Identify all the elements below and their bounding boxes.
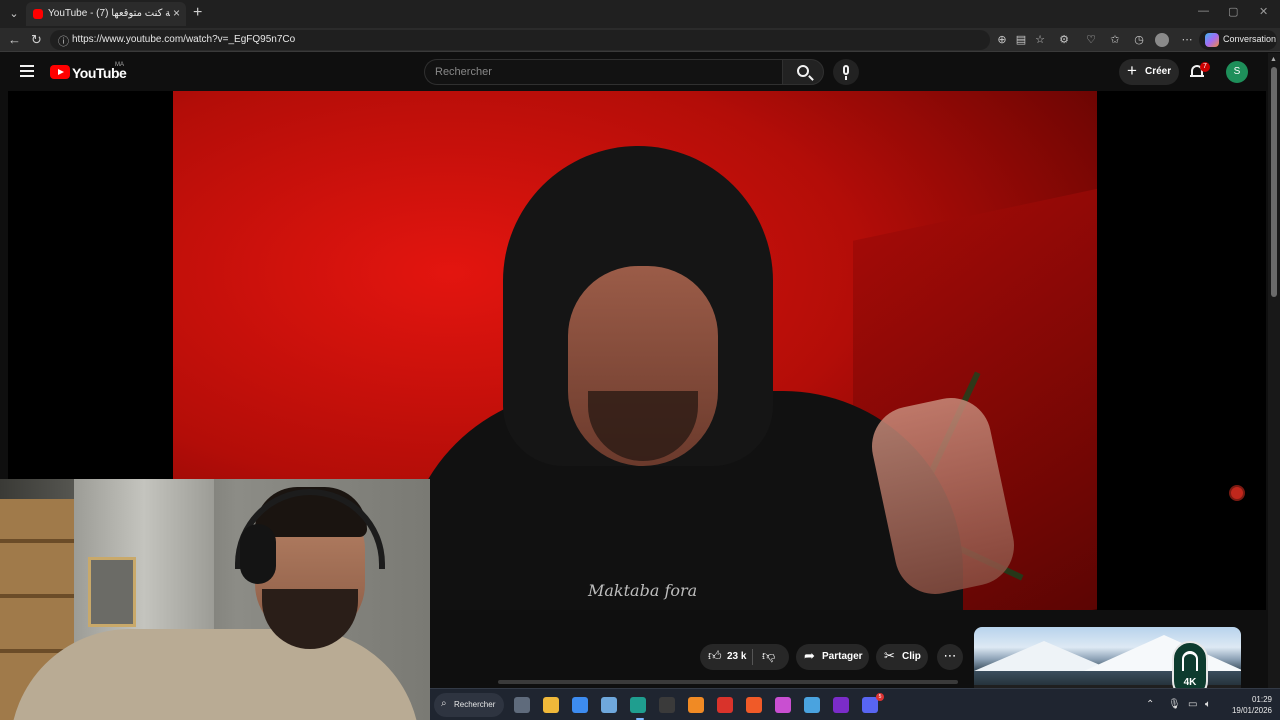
copilot-conversation-button[interactable]: Conversation: [1199, 30, 1277, 50]
page-scrollbar[interactable]: ▲: [1268, 53, 1280, 720]
scissors-icon: ✂: [884, 648, 895, 663]
search-input[interactable]: Rechercher: [424, 59, 782, 85]
reading-view-icon[interactable]: ▤: [1014, 33, 1028, 47]
browser-essentials-icon[interactable]: ♡: [1084, 33, 1098, 47]
plus-icon: +: [1127, 61, 1137, 80]
reload-icon[interactable]: ↻: [31, 32, 42, 48]
browser-tab[interactable]: YouTube - (7) آخر حاجة كنت متوقعها ×: [26, 2, 186, 26]
taskbar-app-obs-icon[interactable]: [659, 697, 675, 713]
profile-avatar-icon[interactable]: [1155, 33, 1169, 47]
tray-microphone-icon[interactable]: 🎙︎: [1168, 699, 1181, 710]
browser-tab-bar: ⌄ YouTube - (7) آخر حاجة كنت متوقعها × +…: [0, 0, 1280, 28]
copilot-icon: [1205, 33, 1219, 47]
taskbar-search-label: Rechercher: [454, 700, 496, 709]
microphone-stand: [845, 76, 847, 80]
url-field[interactable]: ⓘ https://www.youtube.com/watch?v=_EgFQ9…: [50, 30, 990, 50]
extensions-icon[interactable]: ⚙: [1057, 33, 1071, 47]
url-text[interactable]: https://www.youtube.com/watch?v=_EgFQ95n…: [72, 34, 295, 45]
tab-title: YouTube - (7) آخر حاجة كنت متوقعها: [48, 8, 170, 19]
hoodie-print-text: Maktaba fora: [588, 581, 698, 600]
wall-frame: [88, 557, 136, 627]
webcam-overlay: [0, 479, 430, 720]
headphone-earcup: [240, 524, 276, 584]
tab-list-chevron-icon[interactable]: ⌄: [6, 6, 22, 22]
like-dislike-group: 👍︎ 23 k 👎︎: [700, 644, 789, 670]
taskbar-app-task-view-icon[interactable]: [514, 697, 530, 713]
clock-date: 19/01/2026: [1231, 706, 1272, 715]
tab-close-icon[interactable]: ×: [173, 6, 180, 20]
thumbnail-mountain: [1084, 635, 1241, 671]
taskbar-app-wps-icon[interactable]: [717, 697, 733, 713]
taskbar-clock[interactable]: 01:29 19/01/2026: [1222, 694, 1272, 716]
microphone-icon: [843, 65, 849, 75]
taskbar-app-file-explorer-icon[interactable]: [543, 697, 559, 713]
tray-volume-icon[interactable]: 🔈︎: [1205, 699, 1211, 710]
favorites-list-icon[interactable]: ✩: [1108, 33, 1122, 47]
notification-badge: 7: [1200, 62, 1210, 72]
scroll-up-icon[interactable]: ▲: [1270, 56, 1277, 63]
youtube-logo-icon[interactable]: [50, 65, 70, 79]
watermark-text: 4K: [1183, 677, 1197, 688]
comment-area-divider: [498, 680, 958, 684]
minimize-icon[interactable]: —: [1198, 5, 1209, 17]
discord-badge: 5: [876, 693, 884, 701]
search-button[interactable]: [782, 59, 824, 85]
more-actions-button[interactable]: ⋯: [937, 644, 963, 670]
tray-network-icon[interactable]: ▭: [1188, 699, 1197, 710]
taskbar-app-next-icon[interactable]: [833, 697, 849, 713]
voice-search-button[interactable]: [833, 59, 859, 85]
site-info-icon[interactable]: ⓘ: [58, 33, 69, 49]
create-label: Créer: [1145, 66, 1172, 77]
account-avatar[interactable]: S: [1226, 61, 1248, 83]
taskbar-app-microsoft-store-icon[interactable]: [572, 697, 588, 713]
share-arrow-icon: ➦: [804, 648, 815, 663]
record-indicator-icon: [1229, 485, 1245, 501]
youtube-favicon-icon: [33, 9, 43, 19]
create-button[interactable]: + Créer: [1119, 59, 1179, 85]
taskbar-app-discord-icon[interactable]: [862, 697, 878, 713]
like-divider: [752, 649, 753, 665]
taskbar-search[interactable]: ⌕ Rechercher: [434, 693, 504, 717]
window-close-icon[interactable]: ✕: [1259, 5, 1268, 18]
country-code: MA: [115, 62, 124, 68]
favorite-star-icon[interactable]: ☆: [1033, 33, 1047, 47]
shelf-board: [0, 594, 74, 598]
share-button[interactable]: ➦ Partager: [796, 644, 869, 670]
like-thumb-up-icon[interactable]: 👍︎: [708, 648, 722, 664]
menu-hamburger-icon[interactable]: [20, 65, 34, 77]
maximize-icon[interactable]: ▢: [1228, 5, 1238, 18]
youtube-header: YouTube MA Rechercher + Créer 7 S: [8, 53, 1266, 91]
taskbar-search-icon: ⌕: [441, 698, 447, 709]
search-icon: [797, 65, 809, 77]
taskbar-app-app-orange-icon[interactable]: [688, 697, 704, 713]
dislike-thumb-down-icon[interactable]: 👎︎: [762, 648, 775, 664]
share-label: Partager: [822, 651, 863, 662]
bell-base: [1190, 75, 1204, 77]
taskbar-app-edge-icon[interactable]: [630, 697, 646, 713]
taskbar-app-brave-beta-icon[interactable]: [775, 697, 791, 713]
history-icon[interactable]: ◷: [1132, 33, 1146, 47]
taskbar-app-brave-icon[interactable]: [746, 697, 762, 713]
new-tab-icon[interactable]: +: [193, 4, 202, 22]
eagle-logo-icon: [1182, 651, 1198, 671]
search-placeholder: Rechercher: [435, 66, 492, 78]
browser-address-bar: ← ↻ ⓘ https://www.youtube.com/watch?v=_E…: [0, 28, 1280, 52]
tray-overflow-chevron-icon[interactable]: ⌃: [1146, 699, 1154, 710]
translate-icon[interactable]: ⊕: [995, 33, 1009, 47]
taskbar-app-window-app-icon[interactable]: [804, 697, 820, 713]
windows-taskbar: ⌕ Rechercher 5 ⌃ 🎙︎ ▭ 🔈︎ 01:29 19/01/202…: [430, 688, 1280, 720]
conversation-label: Conversation: [1223, 34, 1277, 44]
shelf-board: [0, 539, 74, 543]
browser-menu-icon[interactable]: ⋯: [1180, 33, 1194, 47]
taskbar-app-photos-icon[interactable]: [601, 697, 617, 713]
scroll-thumb[interactable]: [1271, 67, 1277, 297]
clip-button[interactable]: ✂ Clip: [876, 644, 928, 670]
clip-label: Clip: [902, 651, 921, 662]
clock-time: 01:29: [1251, 695, 1272, 704]
back-arrow-icon[interactable]: ←: [8, 32, 21, 48]
like-count[interactable]: 23 k: [727, 651, 746, 662]
